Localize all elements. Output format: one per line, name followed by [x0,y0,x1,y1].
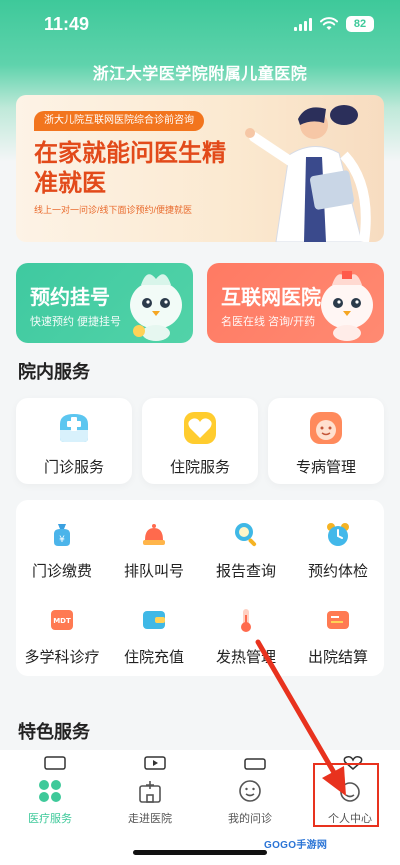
disease-management-label: 专病管理 [295,459,356,476]
appointment-title: 预约挂号 [30,287,110,309]
grid-item-report[interactable]: 报告查询 [200,506,292,580]
banner-tag: 浙大儿院互联网医院综合诊前咨询 [34,111,204,131]
outpatient-service-card[interactable]: 门诊服务 [16,398,132,484]
watermark: GOGO手游网 [264,840,328,851]
grid-label: 发热管理 [215,649,276,666]
tab-label: 我的问诊 [228,813,272,825]
wifi-icon [320,17,338,30]
tab-label: 走进医院 [128,813,172,825]
grid-label: 多学科诊疗 [24,649,100,666]
grid-label: 排队叫号 [123,563,184,580]
internet-hospital-title: 互联网医院 [221,287,321,309]
inpatient-service-card[interactable]: 住院服务 [142,398,258,484]
grid-item-discharge[interactable]: 出院结算 [292,592,384,666]
tab-hospital[interactable]: 走进医院 [100,750,200,830]
svg-text:MDT: MDT [53,617,71,625]
discharge-card-icon [327,611,349,629]
section-title-featured: 特色服务 [18,722,90,742]
appointment-subtitle: 快速预约 便捷挂号 [30,316,122,328]
mascot-icon [130,274,182,341]
status-indicators: 82 [294,16,374,32]
inpatient-label: 住院服务 [169,459,230,476]
section-title-inhospital: 院内服务 [18,362,90,382]
service-grid: ¥ 门诊缴费 排队叫号 报告查询 预约体检 MDT 多学科诊疗 住院充值 发热管… [16,500,384,676]
tab-label: 医疗服务 [28,813,72,825]
banner-subtitle: 线上一对一问诊/线下面诊预约/便捷就医 [34,205,193,215]
mdt-icon: MDT [51,610,73,630]
disease-management-card[interactable]: 专病管理 [268,398,384,484]
home-indicator [133,850,267,855]
promo-banner[interactable]: 浙大儿院互联网医院综合诊前咨询 在家就能问医生精准就医 线上一对一问诊/线下面诊… [16,95,384,242]
outpatient-label: 门诊服务 [43,459,104,476]
thermometer-icon [241,609,251,632]
grid-item-wallet[interactable]: 住院充值 [108,592,200,666]
cellular-signal-icon [294,17,312,31]
svg-text:¥: ¥ [59,535,65,545]
tab-medical-service[interactable]: 医疗服务 [0,750,100,830]
grid-item-mdt[interactable]: MDT 多学科诊疗 [16,592,108,666]
battery-indicator: 82 [346,16,374,32]
grid-item-payment[interactable]: ¥ 门诊缴费 [16,506,108,580]
checkup-clock-icon [327,523,349,546]
annotation-highlight-box [313,763,379,827]
grid-item-fever[interactable]: 发热管理 [200,592,292,666]
grid-label: 出院结算 [307,649,368,666]
inpatient-heart-icon [184,412,216,444]
consult-face-icon [239,780,261,802]
grid-label: 报告查询 [215,563,276,580]
outpatient-icon [60,414,88,442]
status-time: 11:49 [44,14,90,34]
page-title: 浙江大学医学院附属儿童医院 [92,66,308,83]
grid-label: 门诊缴费 [31,563,92,580]
appointment-registration-card[interactable]: 预约挂号 快速预约 便捷挂号 [16,263,193,343]
mascot-nurse-icon [321,271,373,341]
internet-hospital-subtitle: 名医在线 咨询/开药 [221,316,316,328]
doctor-illustration [245,105,371,242]
wallet-icon [143,611,165,629]
payment-bag-icon: ¥ [54,524,70,546]
medical-grid-icon [39,780,61,802]
status-bar: 11:49 82 [0,0,400,50]
grid-label: 住院充值 [123,649,184,666]
internet-hospital-card[interactable]: 互联网医院 名医在线 咨询/开药 [207,263,384,343]
report-search-icon [235,523,257,547]
grid-item-checkup[interactable]: 预约体检 [292,506,384,580]
grid-item-queue[interactable]: 排队叫号 [108,506,200,580]
hospital-icon [139,781,161,803]
tab-my-consult[interactable]: 我的问诊 [200,750,300,830]
grid-label: 预约体检 [307,563,368,580]
queue-bell-icon [143,524,165,545]
disease-management-icon [310,412,342,444]
